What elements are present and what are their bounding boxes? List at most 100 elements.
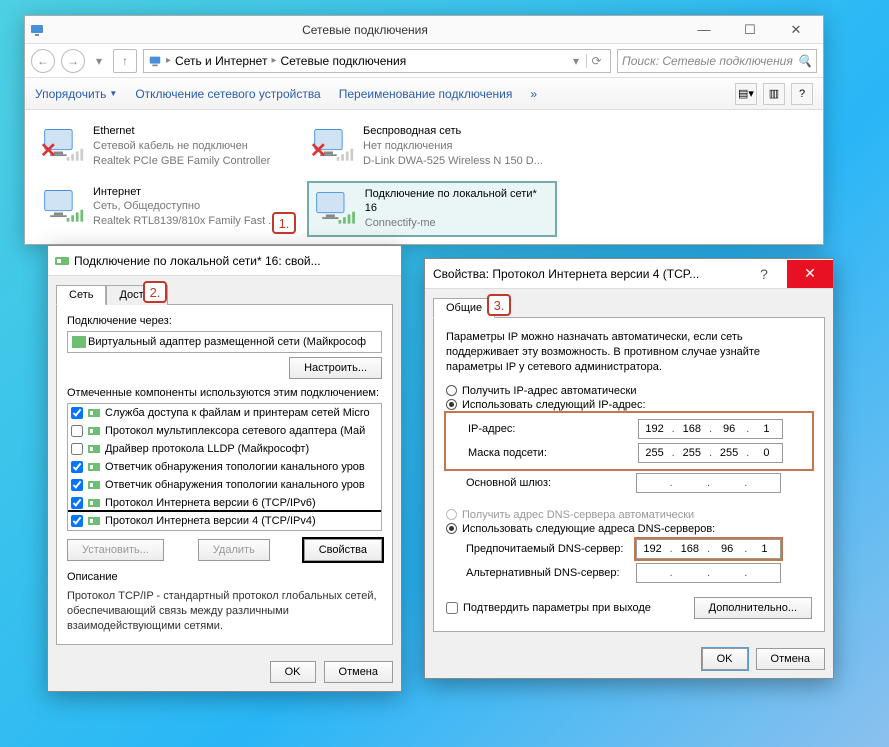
breadcrumb[interactable]: ▸ Сеть и Интернет ▸ Сетевые подключения … xyxy=(143,49,611,73)
ok-button[interactable]: OK xyxy=(702,648,748,670)
component-checkbox[interactable] xyxy=(71,407,83,419)
rename-connection-button[interactable]: Переименование подключения xyxy=(339,87,513,101)
component-row[interactable]: Протокол Интернета версии 4 (TCP/IPv4) xyxy=(68,512,381,530)
monitor-icon xyxy=(313,187,357,231)
protocol-icon xyxy=(87,460,101,474)
component-row[interactable]: Ответчик обнаружения топологии канальног… xyxy=(68,458,381,476)
history-dropdown[interactable]: ▾ xyxy=(91,49,107,73)
component-row[interactable]: Протокол Интернета версии 6 (TCP/IPv6) xyxy=(68,494,381,512)
connection-item[interactable]: Интернет Сеть, Общедоступно Realtek RTL8… xyxy=(37,181,287,238)
close-button[interactable]: ✕ xyxy=(787,260,833,288)
description-text: Протокол TCP/IP - стандартный протокол г… xyxy=(67,589,382,634)
component-row[interactable]: Служба доступа к файлам и принтерам сете… xyxy=(68,404,381,422)
connection-device: Realtek PCIe GBE Family Controller xyxy=(93,154,270,169)
component-checkbox[interactable] xyxy=(71,461,83,473)
component-properties-button[interactable]: Свойства xyxy=(304,539,382,561)
radio-use-ip[interactable]: Использовать следующий IP-адрес: xyxy=(446,399,812,411)
adapter-field: Виртуальный адаптер размещенной сети (Ма… xyxy=(67,331,382,353)
component-checkbox[interactable] xyxy=(71,443,83,455)
tab-general[interactable]: Общие xyxy=(433,298,495,318)
component-checkbox[interactable] xyxy=(71,497,83,509)
configure-button[interactable]: Настроить... xyxy=(289,357,382,379)
component-row[interactable]: Протокол мультиплексора сетевого адаптер… xyxy=(68,422,381,440)
breadcrumb-seg1[interactable]: Сеть и Интернет xyxy=(175,54,267,68)
app-icon xyxy=(29,22,45,38)
radio-auto-ip[interactable]: Получить IP-адрес автоматически xyxy=(446,385,812,397)
components-caption: Отмеченные компоненты используются этим … xyxy=(67,387,382,399)
back-button[interactable]: ← xyxy=(31,49,55,73)
cancel-button[interactable]: Отмена xyxy=(324,661,393,683)
details-pane-button[interactable]: ▥ xyxy=(763,83,785,105)
ipv4-properties-dialog: Свойства: Протокол Интернета версии 4 (T… xyxy=(424,258,834,679)
component-checkbox[interactable] xyxy=(71,425,83,437)
adapter-icon xyxy=(72,336,86,348)
radio-use-dns[interactable]: Использовать следующие адреса DNS-сервер… xyxy=(446,523,812,535)
protocol-icon xyxy=(87,514,101,528)
dns2-label: Альтернативный DNS-сервер: xyxy=(466,567,636,579)
connection-device: Realtek RTL8139/810x Family Fast ... xyxy=(93,214,277,229)
component-label: Ответчик обнаружения топологии канальног… xyxy=(105,479,365,491)
components-list[interactable]: Служба доступа к файлам и принтерам сете… xyxy=(67,403,382,531)
connection-title: Подключение по локальной сети* 16 xyxy=(365,187,551,217)
navigation-bar: ← → ▾ ↑ ▸ Сеть и Интернет ▸ Сетевые подк… xyxy=(25,44,823,78)
remove-button[interactable]: Удалить xyxy=(198,539,270,561)
dns2-input[interactable]: ... xyxy=(636,563,781,583)
more-commands-chevron[interactable]: » xyxy=(530,87,537,101)
cancel-button[interactable]: Отмена xyxy=(756,648,825,670)
dns1-label: Предпочитаемый DNS-сервер: xyxy=(466,543,636,555)
subnet-mask-input[interactable]: 255.255.255.0 xyxy=(638,443,783,463)
monitor-icon xyxy=(311,124,355,168)
annotation-marker-2: 2. xyxy=(143,281,167,303)
ipv4-titlebar: Свойства: Протокол Интернета версии 4 (T… xyxy=(425,259,833,289)
network-connections-window: Сетевые подключения — ☐ ✕ ← → ▾ ↑ ▸ Сеть… xyxy=(24,15,824,245)
connection-status: Нет подключения xyxy=(363,139,543,154)
connection-status: Сеть, Общедоступно xyxy=(93,199,277,214)
protocol-icon xyxy=(87,478,101,492)
command-bar: Упорядочить ▼ Отключение сетевого устрой… xyxy=(25,78,823,110)
organize-menu[interactable]: Упорядочить ▼ xyxy=(35,87,117,101)
search-input[interactable]: Поиск: Сетевые подключения 🔍 xyxy=(617,49,817,73)
close-button[interactable]: ✕ xyxy=(773,18,819,42)
gateway-input[interactable]: ... xyxy=(636,473,781,493)
connection-title: Интернет xyxy=(93,185,277,200)
window-title: Сетевые подключения xyxy=(49,23,681,37)
help-button[interactable]: ? xyxy=(741,260,787,288)
connection-item[interactable]: Ethernet Сетевой кабель не подключен Rea… xyxy=(37,120,287,173)
breadcrumb-dropdown-icon[interactable]: ▾ xyxy=(566,54,586,68)
validate-checkbox[interactable]: Подтвердить параметры при выходе xyxy=(446,602,651,614)
breadcrumb-seg2[interactable]: Сетевые подключения xyxy=(280,54,406,68)
protocol-icon xyxy=(87,424,101,438)
ok-button[interactable]: OK xyxy=(270,661,316,683)
component-label: Драйвер протокола LLDP (Майкрософт) xyxy=(105,443,309,455)
component-row[interactable]: Ответчик обнаружения топологии канальног… xyxy=(68,476,381,494)
search-icon: 🔍 xyxy=(797,54,812,68)
tab-network[interactable]: Сеть xyxy=(56,285,106,305)
connection-device: D-Link DWA-525 Wireless N 150 D... xyxy=(363,154,543,169)
disable-device-button[interactable]: Отключение сетевого устройства xyxy=(135,87,320,101)
gateway-label: Основной шлюз: xyxy=(466,477,636,489)
connection-item[interactable]: Беспроводная сеть Нет подключения D-Link… xyxy=(307,120,557,173)
component-checkbox[interactable] xyxy=(71,479,83,491)
component-label: Протокол Интернета версии 4 (TCP/IPv4) xyxy=(105,515,316,527)
description-header: Описание xyxy=(67,571,382,583)
protocol-icon xyxy=(87,496,101,510)
refresh-icon[interactable]: ⟳ xyxy=(586,54,606,68)
help-button[interactable]: ? xyxy=(791,83,813,105)
install-button[interactable]: Установить... xyxy=(67,539,164,561)
component-row[interactable]: Драйвер протокола LLDP (Майкрософт) xyxy=(68,440,381,458)
properties-titlebar: Подключение по локальной сети* 16: свой.… xyxy=(48,246,401,276)
minimize-button[interactable]: — xyxy=(681,18,727,42)
up-button[interactable]: ↑ xyxy=(113,49,137,73)
component-checkbox[interactable] xyxy=(71,515,83,527)
ip-address-input[interactable]: 192.168.96.1 xyxy=(638,419,783,439)
connection-item[interactable]: Подключение по локальной сети* 16 Connec… xyxy=(307,181,557,238)
advanced-button[interactable]: Дополнительно... xyxy=(694,597,812,619)
view-options-button[interactable]: ▤▾ xyxy=(735,83,757,105)
properties-title: Подключение по локальной сети* 16: свой.… xyxy=(74,254,321,268)
maximize-button[interactable]: ☐ xyxy=(727,18,773,42)
forward-button[interactable]: → xyxy=(61,49,85,73)
monitor-icon xyxy=(41,124,85,168)
protocol-icon xyxy=(87,442,101,456)
titlebar: Сетевые подключения — ☐ ✕ xyxy=(25,16,823,44)
dns1-input[interactable]: 192.168.96.1 xyxy=(636,539,781,559)
